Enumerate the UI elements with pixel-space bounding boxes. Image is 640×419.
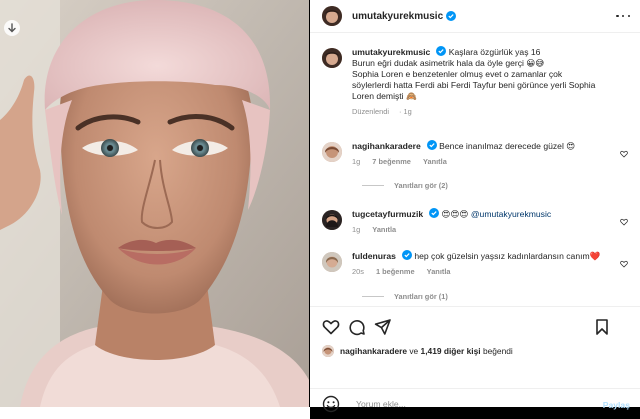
comment-row: tugcetayfurmuzik 😍😍😍 @umutakyurekmusic 1… [322, 208, 632, 234]
likes-connector: ve [409, 346, 419, 356]
comment-input[interactable] [356, 399, 576, 409]
comment-body: fuldenuras hep çok güzelsin yaşsız kadın… [352, 250, 632, 276]
comment-text: 😍😍😍 [441, 209, 469, 219]
comment-likes[interactable]: 1 beğenme [376, 267, 415, 276]
comment-meta: 20s 1 beğenme Yanıtla [352, 267, 620, 276]
likes-summary: nagihankaradere ve 1,419 diğer kişi beğe… [322, 345, 513, 357]
comment-likes[interactable]: 7 beğenme [372, 157, 411, 166]
reply-button[interactable]: Yanıtla [427, 267, 451, 276]
comment-text: Bence inanılmaz derecede güzel 😍 [439, 141, 576, 151]
caption-row: umutakyurekmusic Kaşlara özgürlük yaş 16… [322, 46, 632, 116]
author-username[interactable]: umutakyurekmusic [352, 11, 443, 22]
add-comment-bar: Paylaş [310, 388, 640, 419]
caption-line: Kaşlara özgürlük yaş 16 [448, 47, 541, 57]
likes-count[interactable]: 1,419 diğer kişi [421, 346, 481, 356]
commenter-avatar[interactable] [322, 142, 342, 162]
reply-button[interactable]: Yanıtla [372, 225, 396, 234]
instagram-post-modal: umutakyurekmusic umutakyurekmusic Kaşlar… [0, 0, 640, 419]
caption-avatar[interactable] [322, 48, 342, 68]
caption-username[interactable]: umutakyurekmusic [352, 47, 430, 57]
commenter-avatar[interactable] [322, 210, 342, 230]
comment-time: 1g [352, 157, 361, 166]
verified-badge-icon [436, 46, 447, 56]
post-header: umutakyurekmusic [310, 0, 640, 33]
comment-like-icon[interactable] [620, 260, 628, 268]
comment-row: fuldenuras hep çok güzelsin yaşsız kadın… [322, 250, 632, 276]
comment-icon[interactable] [348, 318, 366, 336]
comment-row: nagihankaradere Bence inanılmaz derecede… [322, 140, 632, 166]
comment-time: 1g [352, 225, 361, 234]
comment-username[interactable]: tugcetayfurmuzik [352, 209, 423, 219]
comment-like-icon[interactable] [620, 218, 628, 226]
liker-avatar[interactable] [322, 345, 334, 357]
post-actions [310, 308, 640, 348]
comment-mention[interactable]: @umutakyurekmusic [471, 209, 551, 219]
photo-bottom-strip [0, 407, 310, 419]
comment-time: 20s [352, 267, 364, 276]
download-badge[interactable] [4, 20, 20, 36]
comment-username[interactable]: fuldenuras [352, 251, 396, 261]
comment-body: nagihankaradere Bence inanılmaz derecede… [352, 140, 632, 166]
comment-meta: 1g 7 beğenme Yanıtla [352, 157, 620, 166]
verified-badge-icon [426, 140, 437, 150]
caption-line: Loren demişti 🙈 [352, 91, 417, 101]
comment-meta: 1g Yanıtla [352, 225, 620, 234]
view-replies-button[interactable]: Yanıtları gör (2) [362, 181, 448, 190]
view-replies-label: Yanıtları gör (2) [394, 181, 448, 190]
caption-line: söylerlerdi hatta Ferdi abi Ferdi Tayfur… [352, 80, 596, 90]
edited-label: Düzenlendi [352, 107, 389, 116]
caption-meta: Düzenlendi · 1g [352, 107, 412, 116]
likes-suffix: beğendi [482, 346, 513, 356]
caption-line: Burun eğri dudak asimetrik hala da öyle … [352, 58, 545, 68]
share-icon[interactable] [374, 318, 392, 336]
view-replies-label: Yanıtları gör (1) [394, 292, 448, 301]
comment-username[interactable]: nagihankaradere [352, 141, 421, 151]
comment-body: tugcetayfurmuzik 😍😍😍 @umutakyurekmusic 1… [352, 208, 632, 234]
verified-badge-icon [429, 208, 440, 218]
caption-line: Sophia Loren e benzetenler olmuş evet o … [352, 69, 563, 79]
verified-badge-icon [446, 11, 457, 21]
arrow-down-icon [8, 23, 16, 33]
post-photo[interactable] [0, 0, 309, 407]
caption-body: umutakyurekmusic Kaşlara özgürlük yaş 16… [352, 46, 632, 116]
commenter-avatar[interactable] [322, 252, 342, 272]
post-side-panel: umutakyurekmusic umutakyurekmusic Kaşlar… [310, 0, 640, 407]
post-comment-button[interactable]: Paylaş [603, 400, 630, 410]
comment-like-icon[interactable] [620, 150, 628, 158]
verified-badge-icon [401, 250, 412, 260]
bookmark-icon[interactable] [593, 318, 611, 336]
reply-button[interactable]: Yanıtla [423, 157, 447, 166]
caption-time: 1g [403, 107, 412, 116]
smile-icon[interactable] [322, 395, 340, 413]
comments-list: umutakyurekmusic Kaşlara özgürlük yaş 16… [310, 33, 640, 307]
comment-text: hep çok güzelsin yaşsız kadınlardansın c… [414, 251, 601, 261]
portrait-photo [0, 0, 309, 407]
heart-icon[interactable] [322, 318, 340, 336]
more-icon[interactable] [616, 10, 630, 22]
author-avatar[interactable] [322, 6, 342, 26]
view-replies-button[interactable]: Yanıtları gör (1) [362, 292, 448, 301]
liker-username[interactable]: nagihankaradere [340, 346, 407, 356]
